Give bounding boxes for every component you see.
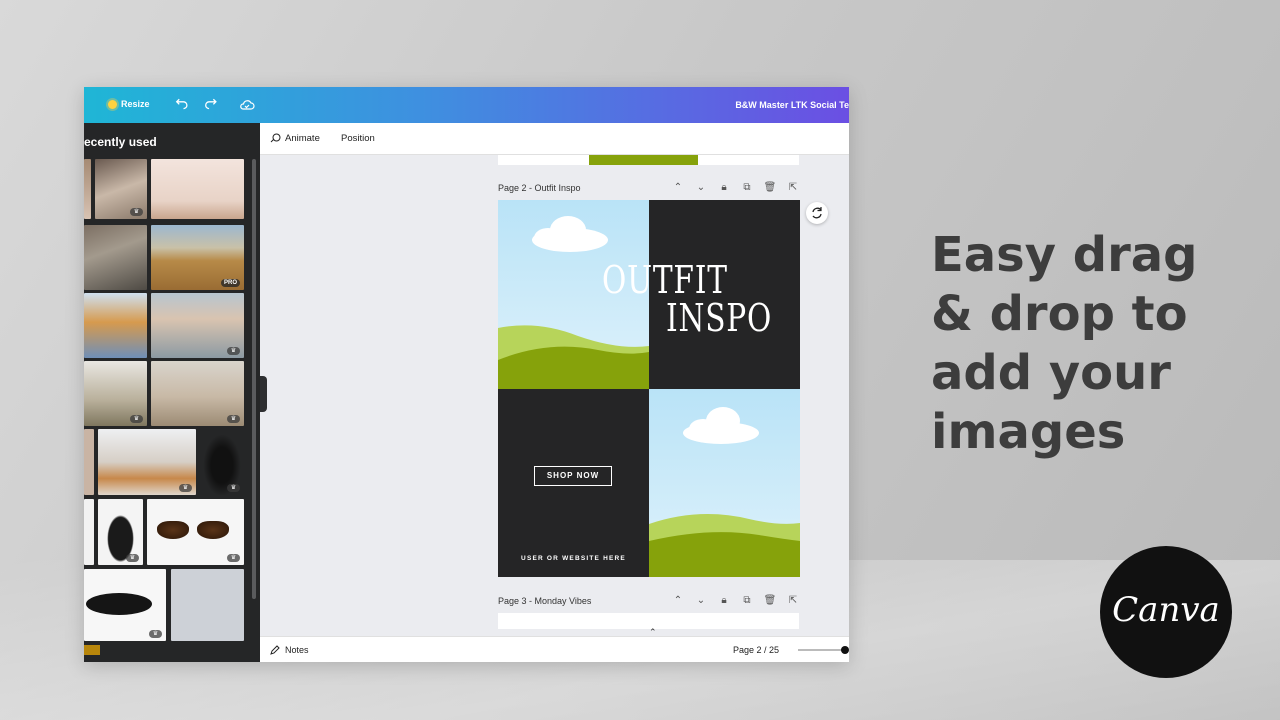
notes-label: Notes: [285, 645, 309, 655]
hat-shape: [86, 593, 152, 615]
headline-text: Easy drag & drop to add your images: [931, 226, 1261, 462]
premium-crown-icon: ♛: [130, 208, 143, 216]
headline-line: Easy drag: [931, 227, 1198, 283]
resize-icon: [108, 99, 117, 109]
image-thumbnail[interactable]: [84, 159, 91, 219]
duplicate-page-icon[interactable]: ⧉: [740, 182, 754, 193]
cloud-icon: [683, 407, 759, 444]
cloud-icon: [532, 216, 608, 252]
headline-line: images: [931, 404, 1126, 460]
lock-icon[interactable]: 🔒︎: [717, 595, 731, 606]
bottom-bar: Notes Page 2 / 25: [260, 636, 849, 662]
add-page-icon[interactable]: ⇱: [786, 182, 800, 193]
website-text[interactable]: USER OR WEBSITE HERE: [498, 555, 649, 562]
headline-line: & drop to: [931, 286, 1188, 342]
image-thumbnail[interactable]: [84, 293, 147, 358]
canva-logo: Canva: [1100, 546, 1232, 678]
notes-button[interactable]: Notes: [270, 645, 309, 655]
partial-thumbnail: [84, 645, 100, 655]
zoom-slider-knob[interactable]: [841, 646, 849, 654]
animate-icon: [270, 133, 281, 143]
image-thumbnail[interactable]: [84, 225, 147, 290]
sidebar-scrollbar[interactable]: [252, 159, 256, 599]
page-2-tools: ⌃ ⌄ 🔒︎ ⧉ 🗑︎ ⇱: [671, 182, 800, 193]
move-page-down-icon[interactable]: ⌄: [694, 595, 708, 606]
pro-badge: PRO: [220, 279, 240, 287]
image-thumbnail[interactable]: ♛: [147, 499, 244, 565]
image-thumbnail[interactable]: [151, 159, 244, 219]
image-thumbnail[interactable]: [171, 569, 244, 641]
page-2-label[interactable]: Page 2 - Outfit Inspo: [498, 183, 581, 193]
position-button[interactable]: Position: [341, 133, 375, 144]
animate-label: Animate: [285, 133, 320, 144]
design-canvas[interactable]: OUTFIT INSPO SHOP NOW USER OR WEBSITE HE…: [498, 200, 800, 577]
premium-crown-icon: ♛: [130, 415, 143, 423]
sky-panel-bottom-right: [649, 389, 800, 577]
image-thumbnail[interactable]: ♛: [84, 361, 147, 426]
image-thumbnail[interactable]: PRO: [151, 225, 244, 290]
sidebar-panel: ecently used ♛ PRO ♛ ♛ ♛ ♛ ♛ ♛ ♛ ♛: [84, 123, 260, 662]
duplicate-page-icon[interactable]: ⧉: [740, 595, 754, 606]
image-thumbnail[interactable]: ♛: [151, 361, 244, 426]
document-title[interactable]: B&W Master LTK Social Te: [735, 100, 849, 110]
hills-illustration: [649, 407, 800, 577]
move-page-up-icon[interactable]: ⌃: [671, 182, 685, 193]
resize-label: Resize: [121, 99, 150, 109]
image-thumbnail[interactable]: ♛: [84, 569, 166, 641]
redo-icon[interactable]: [203, 97, 219, 113]
image-thumbnail[interactable]: [84, 499, 94, 565]
previous-page-canvas[interactable]: [498, 155, 799, 165]
top-bar: Resize B&W Master LTK Social Te: [84, 87, 849, 123]
delete-page-icon[interactable]: 🗑︎: [763, 182, 777, 193]
move-page-up-icon[interactable]: ⌃: [671, 595, 685, 606]
refresh-design-button[interactable]: [806, 202, 828, 224]
image-thumbnail[interactable]: ♛: [151, 293, 244, 358]
resize-button[interactable]: Resize: [108, 99, 150, 109]
image-thumbnail[interactable]: ♛: [95, 159, 147, 219]
premium-crown-icon: ♛: [126, 554, 139, 562]
premium-crown-icon: ♛: [227, 554, 240, 562]
lock-icon[interactable]: 🔒︎: [717, 182, 731, 193]
premium-crown-icon: ♛: [179, 484, 192, 492]
page-3-tools: ⌃ ⌄ 🔒︎ ⧉ 🗑︎ ⇱: [671, 595, 800, 606]
sidebar-collapse-handle[interactable]: [260, 376, 267, 412]
undo-icon[interactable]: [174, 97, 190, 113]
delete-page-icon[interactable]: 🗑︎: [763, 595, 777, 606]
page-3-label[interactable]: Page 3 - Monday Vibes: [498, 596, 591, 606]
image-thumbnail[interactable]: ♛: [98, 499, 143, 565]
premium-crown-icon: ♛: [227, 347, 240, 355]
image-thumbnail[interactable]: ♛: [200, 429, 244, 495]
zoom-slider[interactable]: [798, 646, 849, 654]
move-page-down-icon[interactable]: ⌄: [694, 182, 708, 193]
shop-now-button[interactable]: SHOP NOW: [534, 466, 612, 486]
design-title-line2[interactable]: INSPO: [666, 296, 772, 340]
add-page-icon[interactable]: ⇱: [786, 595, 800, 606]
animate-button[interactable]: Animate: [270, 133, 320, 144]
sunglasses-lens: [197, 521, 229, 539]
recently-used-heading: ecently used: [84, 135, 157, 149]
premium-crown-icon: ♛: [227, 484, 240, 492]
previous-page-green-block: [589, 155, 698, 165]
image-thumbnail[interactable]: [84, 429, 94, 495]
editor-window: Resize B&W Master LTK Social Te ecently …: [84, 87, 849, 662]
cloud-save-icon[interactable]: [239, 97, 255, 113]
premium-crown-icon: ♛: [227, 415, 240, 423]
image-thumbnail[interactable]: ♛: [98, 429, 196, 495]
premium-crown-icon: ♛: [149, 630, 162, 638]
context-toolbar: Animate Position: [260, 123, 849, 155]
canva-logo-text: Canva: [1112, 590, 1220, 630]
headline-line: add your: [931, 345, 1171, 401]
sunglasses-lens: [157, 521, 189, 539]
refresh-icon: [812, 207, 822, 219]
notes-icon: [270, 645, 280, 655]
page-counter[interactable]: Page 2 / 25: [733, 645, 779, 655]
